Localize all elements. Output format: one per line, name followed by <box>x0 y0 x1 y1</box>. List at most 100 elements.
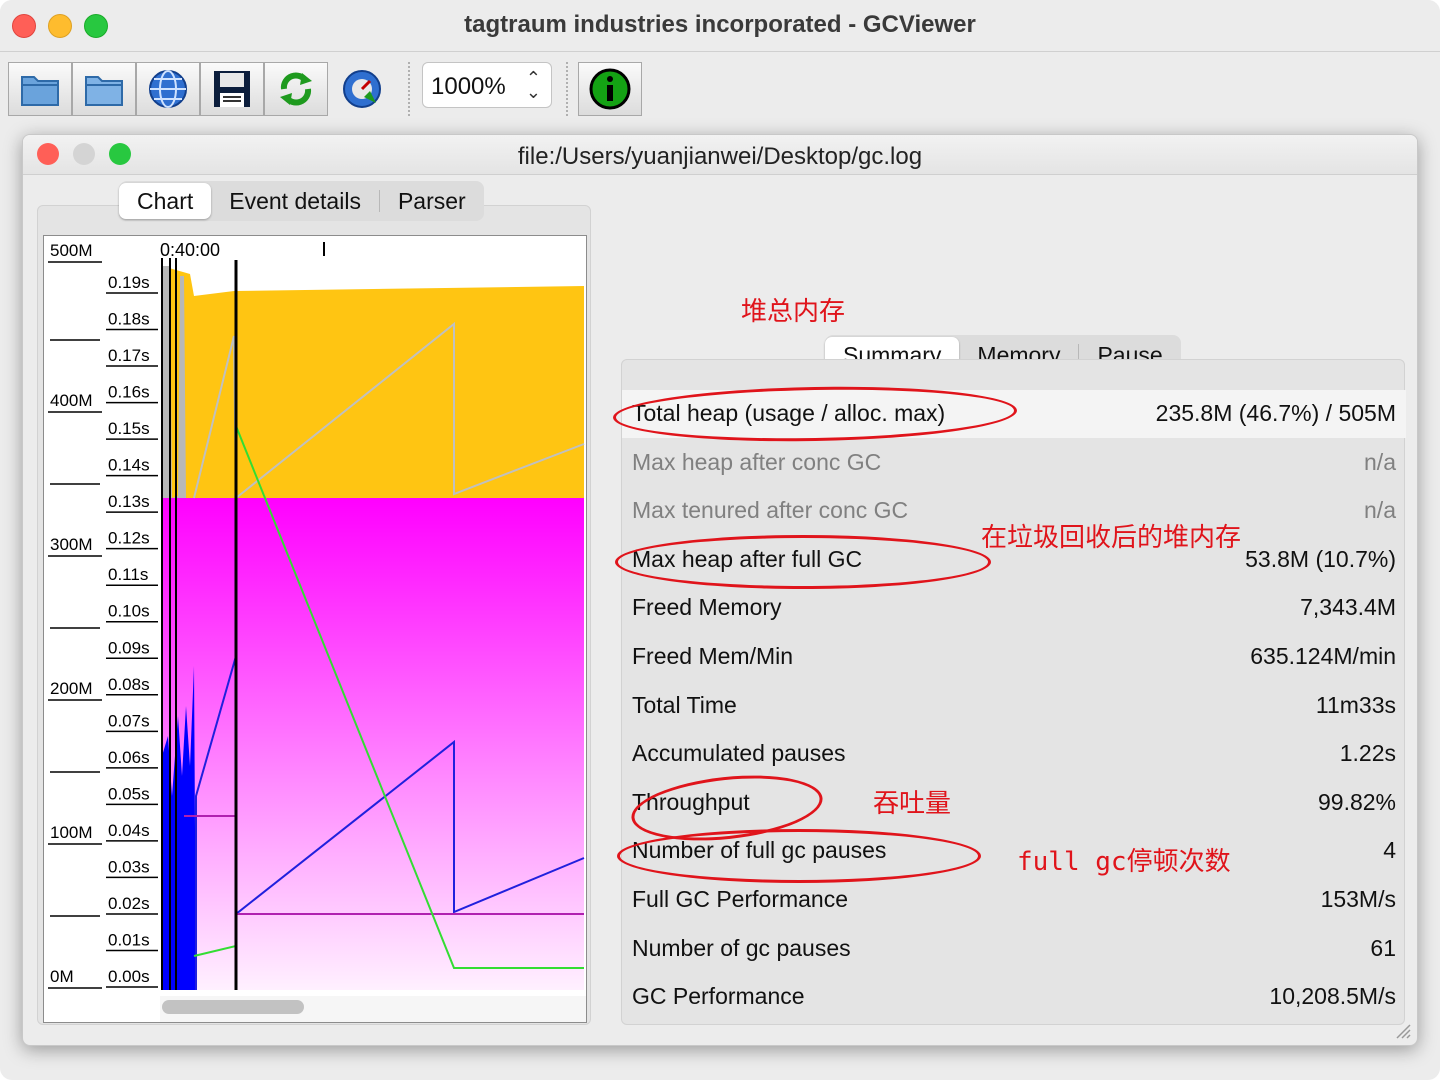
pause-tick-label: 0.00s <box>108 967 150 986</box>
gc-chart[interactable]: 0:40:00 500M 400M 300M 200M 100M 0M 0.19s 0.18… <box>43 235 587 1023</box>
pause-tick-label: 0.01s <box>108 930 150 949</box>
refresh-icon <box>280 72 312 106</box>
summary-row: Total Time 11m33s <box>622 682 1406 730</box>
summary-panel: Total heap (usage / alloc. max) 235.8M (4… <box>621 359 1406 1025</box>
toolbar-separator <box>408 62 410 116</box>
tab-parser[interactable]: Parser <box>380 183 484 219</box>
summary-value: 4 <box>1383 837 1396 864</box>
watch-button[interactable] <box>330 62 394 116</box>
toolbar <box>0 52 1440 126</box>
annotation-full-gc-count: full gc停顿次数 <box>1017 847 1231 877</box>
summary-row: Freed Mem/Min 635.124M/min <box>622 633 1406 681</box>
summary-row: Number of gc pauses 61 <box>622 925 1406 973</box>
annotation-ellipse <box>615 535 991 589</box>
open-folder-button[interactable] <box>72 62 136 116</box>
pause-tick-label: 0.07s <box>108 711 150 730</box>
stepper-icon[interactable]: ⌃ ⌄ <box>526 69 541 101</box>
summary-label: Max tenured after conc GC <box>632 497 909 524</box>
memory-tick-label: 0M <box>50 967 74 986</box>
pause-tick-label: 0.14s <box>108 456 150 475</box>
memory-tick-label: 300M <box>50 535 93 554</box>
info-icon <box>589 68 631 110</box>
annotation-throughput: 吞吐量 <box>873 788 952 818</box>
summary-row: Full GC Performance 153M/s <box>622 876 1406 924</box>
memory-tick-label: 500M <box>50 241 93 260</box>
summary-label: Number of gc pauses <box>632 934 851 961</box>
window-titlebar[interactable]: tagtraum industries incorporated - GCVie… <box>0 0 1440 52</box>
left-tab-bar: Chart Event details Parser <box>119 181 484 221</box>
zoom-value: 1000% <box>431 73 506 100</box>
window-title: tagtraum industries incorporated - GCVie… <box>464 11 976 38</box>
annotation-ellipse <box>617 829 981 883</box>
summary-value: 11m33s <box>1315 691 1396 718</box>
watch-icon <box>343 70 381 108</box>
document-title: file:/Users/yuanjianwei/Desktop/gc.log <box>517 143 923 170</box>
tab-chart[interactable]: Chart <box>119 183 212 219</box>
summary-value: 235.8M (46.7%) / 505M <box>1155 400 1396 426</box>
summary-label: Freed Memory <box>632 594 782 621</box>
pause-tick-label: 0.05s <box>108 784 150 803</box>
open-file-icon <box>21 76 59 106</box>
summary-label: Full GC Performance <box>632 886 849 912</box>
annotation-heap-after-gc: 在垃圾回收后的堆内存 <box>981 522 1242 552</box>
pause-tick-label: 0.12s <box>108 529 150 548</box>
pause-tick-label: 0.19s <box>108 273 150 292</box>
summary-label: Accumulated pauses <box>632 740 846 767</box>
pause-tick-label: 0.15s <box>108 419 150 438</box>
pause-tick-label: 0.02s <box>108 894 150 913</box>
summary-value: 99.82% <box>1317 788 1396 815</box>
document-window: file:/Users/yuanjianwei/Desktop/gc.log C… <box>22 134 1418 1046</box>
summary-value: 635.124M/min <box>1250 643 1396 669</box>
pause-tick-label: 0.11s <box>108 565 148 584</box>
annotation-heap-total: 堆总内存 <box>741 296 846 326</box>
memory-tick-label: 200M <box>50 679 93 698</box>
summary-label: GC Performance <box>632 983 805 1010</box>
pause-tick-label: 0.03s <box>108 857 150 876</box>
summary-value: 1.22s <box>1339 740 1396 767</box>
summary-row: Accumulated pauses 1.22s <box>622 730 1406 778</box>
chart-scrollbar-thumb[interactable] <box>162 1000 304 1014</box>
time-axis-label: 0:40:00 <box>160 240 220 260</box>
pause-tick-label: 0.06s <box>108 748 150 767</box>
summary-value: 10,208.5M/s <box>1269 983 1396 1010</box>
pause-tick-label: 0.10s <box>108 602 150 621</box>
open-url-icon <box>149 70 187 108</box>
summary-value: n/a <box>1364 497 1396 524</box>
summary-label: Total Time <box>632 691 737 718</box>
summary-row: Freed Memory 7,343.4M <box>622 584 1406 632</box>
resize-grip-icon[interactable] <box>1393 1021 1411 1039</box>
summary-label: Max heap after conc GC <box>632 448 882 475</box>
summary-row: GC Performance 10,208.5M/s <box>622 973 1406 1021</box>
memory-tick-label: 100M <box>50 823 93 842</box>
summary-value: 153M/s <box>1320 886 1396 912</box>
tab-event-details[interactable]: Event details <box>211 183 379 219</box>
pause-tick-label: 0.13s <box>108 492 150 511</box>
pause-tick-label: 0.09s <box>108 638 150 657</box>
toolbar-separator <box>566 62 568 116</box>
pause-tick-label: 0.04s <box>108 821 150 840</box>
zoom-select[interactable]: 1000% ⌃ ⌄ <box>422 62 552 108</box>
summary-value: 7,343.4M <box>1300 594 1396 621</box>
gc-chart-canvas: 0:40:00 500M 400M 300M 200M 100M 0M 0.19s 0.18… <box>48 240 586 1022</box>
app-window: tagtraum industries incorporated - GCVie… <box>0 0 1440 1080</box>
summary-row: Max heap after conc GC n/a <box>622 439 1406 487</box>
open-folder-icon <box>85 76 123 106</box>
memory-tick-label: 400M <box>50 391 93 410</box>
info-button[interactable] <box>578 62 642 116</box>
pause-axis: 0.19s 0.18s 0.17s 0.16s 0.15s 0.14s 0.13s 0.12s… <box>106 273 158 988</box>
summary-value: 61 <box>1370 934 1396 961</box>
summary-value: n/a <box>1364 448 1396 475</box>
document-titlebar[interactable]: file:/Users/yuanjianwei/Desktop/gc.log <box>23 135 1417 175</box>
refresh-button[interactable] <box>264 62 328 116</box>
pause-tick-label: 0.16s <box>108 383 150 402</box>
summary-value: 53.8M (10.7%) <box>1245 545 1396 572</box>
tenured-heap-area <box>162 498 584 990</box>
save-button[interactable] <box>200 62 264 116</box>
pause-tick-label: 0.08s <box>108 675 150 694</box>
total-heap-area <box>162 266 584 498</box>
save-icon <box>214 71 250 107</box>
open-file-button[interactable] <box>8 62 72 116</box>
memory-axis: 500M 400M 300M 200M 100M 0M <box>48 241 102 989</box>
open-url-button[interactable] <box>136 62 200 116</box>
pause-tick-label: 0.18s <box>108 310 150 329</box>
